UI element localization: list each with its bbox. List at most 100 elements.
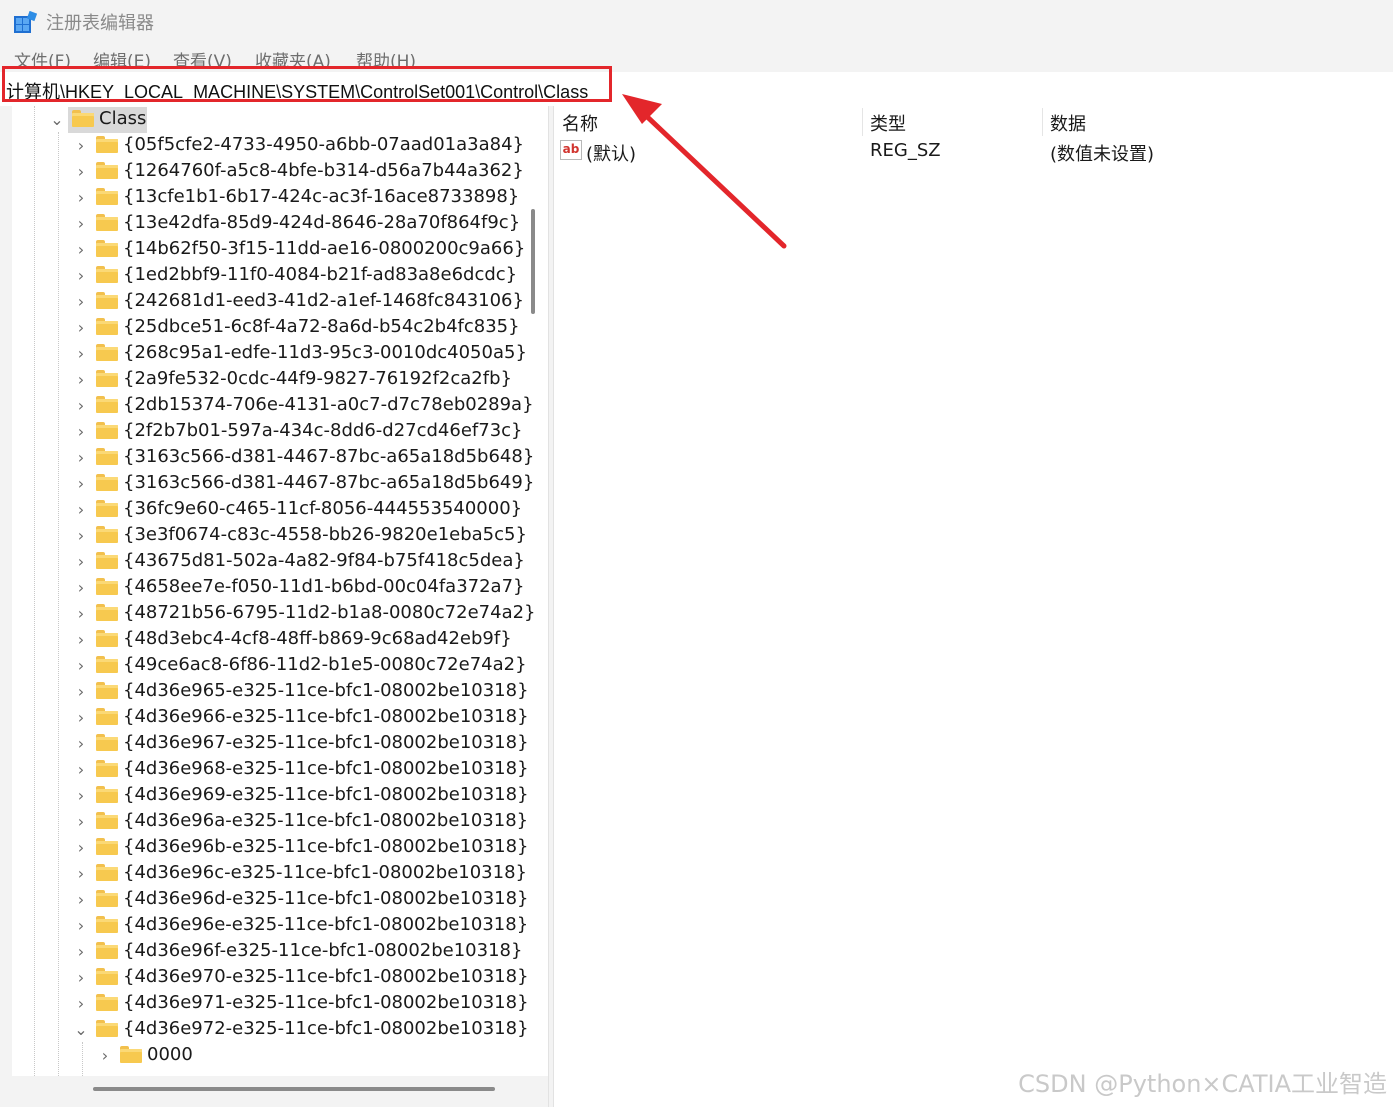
- tree-node[interactable]: › {4d36e96f-e325-11ce-bfc1-08002be10318}: [0, 939, 540, 965]
- chevron-right-icon[interactable]: ›: [73, 657, 89, 675]
- tree-node[interactable]: › {4d36e96b-e325-11ce-bfc1-08002be10318}: [0, 835, 540, 861]
- chevron-right-icon[interactable]: ›: [73, 605, 89, 623]
- chevron-right-icon[interactable]: ›: [73, 683, 89, 701]
- chevron-right-icon[interactable]: ›: [73, 449, 89, 467]
- tree-node[interactable]: › {14b62f50-3f15-11dd-ae16-0800200c9a66}: [0, 237, 540, 263]
- folder-icon: [96, 292, 118, 309]
- tree-node-label: {4d36e971-e325-11ce-bfc1-08002be10318}: [123, 992, 529, 1013]
- folder-icon: [96, 708, 118, 725]
- tree-node[interactable]: › {4d36e966-e325-11ce-bfc1-08002be10318}: [0, 705, 540, 731]
- chevron-down-icon[interactable]: ⌄: [73, 1021, 89, 1039]
- chevron-right-icon[interactable]: ›: [73, 579, 89, 597]
- tree-node-label: {4d36e96d-e325-11ce-bfc1-08002be10318}: [123, 888, 529, 909]
- chevron-right-icon[interactable]: ›: [73, 293, 89, 311]
- tree-node-label: {4d36e972-e325-11ce-bfc1-08002be10318}: [123, 1018, 529, 1039]
- chevron-right-icon[interactable]: ›: [73, 137, 89, 155]
- key-tree-pane[interactable]: ⌄ Class › {05f5cfe2-4733-4950-a6bb-07aad0…: [0, 106, 548, 1107]
- tree-node[interactable]: › {1ed2bbf9-11f0-4084-b21f-ad83a8e6dcdc}: [0, 263, 540, 289]
- tree-node[interactable]: › {4d36e96e-e325-11ce-bfc1-08002be10318}: [0, 913, 540, 939]
- tree-node[interactable]: › {4d36e971-e325-11ce-bfc1-08002be10318}: [0, 991, 540, 1017]
- chevron-right-icon[interactable]: ›: [73, 501, 89, 519]
- tree-node[interactable]: › {48721b56-6795-11d2-b1a8-0080c72e74a2}: [0, 601, 540, 627]
- tree-node-label: {2a9fe532-0cdc-44f9-9827-76192f2ca2fb}: [123, 368, 512, 389]
- tree-node[interactable]: › {242681d1-eed3-41d2-a1ef-1468fc843106}: [0, 289, 540, 315]
- chevron-right-icon[interactable]: ›: [97, 1047, 113, 1065]
- chevron-right-icon[interactable]: ›: [73, 943, 89, 961]
- tree-node[interactable]: › 0000: [0, 1043, 540, 1069]
- tree-node[interactable]: › {4d36e970-e325-11ce-bfc1-08002be10318}: [0, 965, 540, 991]
- tree-vertical-scrollbar-thumb[interactable]: [531, 209, 535, 314]
- chevron-right-icon[interactable]: ›: [73, 397, 89, 415]
- tree-horizontal-scrollbar-thumb[interactable]: [93, 1087, 495, 1091]
- tree-node-label: {2db15374-706e-4131-a0c7-d7c78eb0289a}: [123, 394, 534, 415]
- tree-node[interactable]: › {43675d81-502a-4a82-9f84-b75f418c5dea}: [0, 549, 540, 575]
- tree-node[interactable]: › {49ce6ac8-6f86-11d2-b1e5-0080c72e74a2}: [0, 653, 540, 679]
- window-title: 注册表编辑器: [46, 13, 154, 34]
- chevron-right-icon[interactable]: ›: [73, 917, 89, 935]
- tree-node[interactable]: › {2a9fe532-0cdc-44f9-9827-76192f2ca2fb}: [0, 367, 540, 393]
- chevron-right-icon[interactable]: ›: [73, 553, 89, 571]
- tree-node[interactable]: › {13e42dfa-85d9-424d-8646-28a70f864f9c}: [0, 211, 540, 237]
- tree-node[interactable]: › {13cfe1b1-6b17-424c-ac3f-16ace8733898}: [0, 185, 540, 211]
- tree-node[interactable]: › {3e3f0674-c83c-4558-bb26-9820e1eba5c5}: [0, 523, 540, 549]
- column-header-data[interactable]: 数据: [1050, 110, 1086, 136]
- chevron-right-icon[interactable]: ›: [73, 215, 89, 233]
- chevron-right-icon[interactable]: ›: [73, 163, 89, 181]
- chevron-right-icon[interactable]: ›: [73, 995, 89, 1013]
- tree-node[interactable]: › {4658ee7e-f050-11d1-b6bd-00c04fa372a7}: [0, 575, 540, 601]
- column-header-name[interactable]: 名称: [562, 110, 598, 136]
- tree-node[interactable]: › {05f5cfe2-4733-4950-a6bb-07aad01a3a84}: [0, 133, 540, 159]
- tree-node-class[interactable]: ⌄ Class: [0, 107, 540, 133]
- chevron-right-icon[interactable]: ›: [73, 189, 89, 207]
- chevron-right-icon[interactable]: ›: [73, 631, 89, 649]
- tree-node[interactable]: › {48d3ebc4-4cf8-48ff-b869-9c68ad42eb9f}: [0, 627, 540, 653]
- chevron-right-icon[interactable]: ›: [73, 787, 89, 805]
- tree-node[interactable]: › {1264760f-a5c8-4bfe-b314-d56a7b44a362}: [0, 159, 540, 185]
- tree-node[interactable]: › {4d36e96d-e325-11ce-bfc1-08002be10318}: [0, 887, 540, 913]
- folder-icon: [96, 344, 118, 361]
- tree-node[interactable]: › {2db15374-706e-4131-a0c7-d7c78eb0289a}: [0, 393, 540, 419]
- chevron-right-icon[interactable]: ›: [73, 371, 89, 389]
- chevron-right-icon[interactable]: ›: [73, 865, 89, 883]
- tree-node-label: {4d36e967-e325-11ce-bfc1-08002be10318}: [123, 732, 529, 753]
- chevron-right-icon[interactable]: ›: [73, 761, 89, 779]
- folder-icon: [96, 552, 118, 569]
- column-separator[interactable]: [1042, 108, 1043, 136]
- tree-node[interactable]: › {36fc9e60-c465-11cf-8056-444553540000}: [0, 497, 540, 523]
- tree-node[interactable]: › {4d36e96a-e325-11ce-bfc1-08002be10318}: [0, 809, 540, 835]
- tree-node-label: {49ce6ac8-6f86-11d2-b1e5-0080c72e74a2}: [123, 654, 527, 675]
- tree-node-label: {25dbce51-6c8f-4a72-8a6d-b54c2b4fc835}: [123, 316, 520, 337]
- annotation-highlight-box: [2, 66, 612, 102]
- chevron-right-icon[interactable]: ›: [73, 527, 89, 545]
- chevron-right-icon[interactable]: ›: [73, 423, 89, 441]
- tree-node[interactable]: › {4d36e968-e325-11ce-bfc1-08002be10318}: [0, 757, 540, 783]
- chevron-right-icon[interactable]: ›: [73, 891, 89, 909]
- chevron-right-icon[interactable]: ›: [73, 709, 89, 727]
- chevron-right-icon[interactable]: ›: [73, 969, 89, 987]
- tree-node[interactable]: › {4d36e967-e325-11ce-bfc1-08002be10318}: [0, 731, 540, 757]
- chevron-right-icon[interactable]: ›: [73, 813, 89, 831]
- chevron-right-icon[interactable]: ›: [73, 735, 89, 753]
- chevron-right-icon[interactable]: ›: [73, 345, 89, 363]
- tree-node[interactable]: › {4d36e965-e325-11ce-bfc1-08002be10318}: [0, 679, 540, 705]
- tree-node[interactable]: ⌄ {4d36e972-e325-11ce-bfc1-08002be10318}: [0, 1017, 540, 1043]
- tree-node[interactable]: › {25dbce51-6c8f-4a72-8a6d-b54c2b4fc835}: [0, 315, 540, 341]
- tree-node[interactable]: › {268c95a1-edfe-11d3-95c3-0010dc4050a5}: [0, 341, 540, 367]
- folder-icon: [96, 656, 118, 673]
- chevron-right-icon[interactable]: ›: [73, 267, 89, 285]
- chevron-right-icon[interactable]: ›: [73, 319, 89, 337]
- chevron-right-icon[interactable]: ›: [73, 839, 89, 857]
- watermark-text: CSDN @Python×CATIA工业智造: [1018, 1070, 1387, 1098]
- values-pane[interactable]: 名称 类型 数据 ab (默认) REG_SZ (数值未设置): [554, 106, 1393, 1107]
- tree-node[interactable]: › {3163c566-d381-4467-87bc-a65a18d5b649}: [0, 471, 540, 497]
- tree-node[interactable]: › {4d36e96c-e325-11ce-bfc1-08002be10318}: [0, 861, 540, 887]
- column-header-type[interactable]: 类型: [870, 110, 906, 136]
- tree-node[interactable]: › {2f2b7b01-597a-434c-8dd6-d27cd46ef73c}: [0, 419, 540, 445]
- chevron-right-icon[interactable]: ›: [73, 241, 89, 259]
- folder-icon: [96, 890, 118, 907]
- chevron-right-icon[interactable]: ›: [73, 475, 89, 493]
- column-separator[interactable]: [862, 108, 863, 136]
- tree-node[interactable]: › {4d36e969-e325-11ce-bfc1-08002be10318}: [0, 783, 540, 809]
- tree-node[interactable]: › {3163c566-d381-4467-87bc-a65a18d5b648}: [0, 445, 540, 471]
- chevron-down-icon[interactable]: ⌄: [49, 111, 65, 129]
